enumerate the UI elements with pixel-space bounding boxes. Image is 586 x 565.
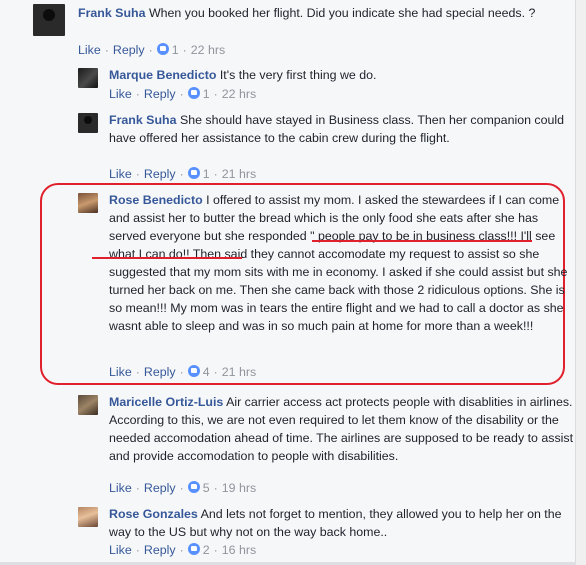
like-count[interactable]: 1 (203, 167, 210, 181)
comment-body: Rose Benedicto I offered to assist my mo… (109, 191, 572, 335)
timestamp[interactable]: 21 hrs (222, 365, 256, 379)
like-count[interactable]: 4 (203, 365, 210, 379)
avatar[interactable] (33, 4, 65, 36)
like-icon[interactable] (156, 43, 169, 55)
reply-link[interactable]: Reply (144, 481, 176, 495)
timestamp[interactable]: 21 hrs (222, 167, 256, 181)
like-icon[interactable] (187, 543, 200, 555)
like-link[interactable]: Like (109, 365, 132, 379)
avatar[interactable] (78, 68, 98, 88)
reply-link[interactable]: Reply (144, 543, 176, 557)
avatar[interactable] (78, 113, 98, 133)
timestamp[interactable]: 22 hrs (191, 43, 225, 57)
reply-link[interactable]: Reply (144, 87, 176, 101)
comment-text: When you booked her flight. Did you indi… (148, 6, 536, 20)
comment-actions: Like · Reply · 2 · 16 hrs (109, 543, 257, 557)
comment: Frank Suha When you booked her flight. D… (33, 4, 573, 60)
underline-mark (312, 240, 532, 242)
comment-actions: Like · Reply · 1 · 21 hrs (109, 167, 257, 181)
comment-body: Maricelle Ortiz-Luis Air carrier access … (109, 393, 578, 465)
reply-comment: Rose Benedicto I offered to assist my mo… (78, 191, 578, 381)
like-link[interactable]: Like (109, 167, 132, 181)
commenter-name[interactable]: Frank Suha (109, 113, 176, 127)
commenter-name[interactable]: Rose Gonzales (109, 507, 198, 521)
comment-actions: Like · Reply · 5 · 19 hrs (109, 481, 257, 495)
like-icon[interactable] (187, 481, 200, 493)
reply-link[interactable]: Reply (144, 365, 176, 379)
scrollbar[interactable] (575, 0, 586, 565)
like-link[interactable]: Like (109, 543, 132, 557)
avatar[interactable] (78, 193, 98, 213)
comment-body: Frank Suha When you booked her flight. D… (78, 4, 573, 22)
like-link[interactable]: Like (109, 481, 132, 495)
comment-body: Frank Suha She should have stayed in Bus… (109, 111, 578, 147)
timestamp[interactable]: 19 hrs (222, 481, 256, 495)
like-link[interactable]: Like (109, 87, 132, 101)
comment-body: Marque Benedicto It's the very first thi… (109, 66, 578, 84)
like-count[interactable]: 2 (203, 543, 210, 557)
reply-link[interactable]: Reply (113, 43, 145, 57)
underline-mark (92, 257, 242, 259)
like-count[interactable]: 1 (203, 87, 210, 101)
reply-link[interactable]: Reply (144, 167, 176, 181)
commenter-name[interactable]: Rose Benedicto (109, 193, 203, 207)
like-link[interactable]: Like (78, 43, 101, 57)
avatar[interactable] (78, 395, 98, 415)
comment-text: I offered to assist my mom. I asked the … (109, 193, 568, 333)
comment-text: She should have stayed in Business class… (109, 113, 565, 145)
reply-comment: Rose Gonzales And lets not forget to men… (78, 505, 578, 561)
comment-thread: Frank Suha When you booked her flight. D… (0, 0, 586, 565)
like-count[interactable]: 1 (172, 43, 179, 57)
like-icon[interactable] (187, 167, 200, 179)
like-count[interactable]: 5 (203, 481, 210, 495)
commenter-name[interactable]: Marque Benedicto (109, 68, 216, 82)
timestamp[interactable]: 22 hrs (222, 87, 256, 101)
like-icon[interactable] (187, 87, 200, 99)
reply-comment: Frank Suha She should have stayed in Bus… (78, 111, 578, 185)
timestamp[interactable]: 16 hrs (222, 543, 256, 557)
comment-actions: Like · Reply · 1 · 22 hrs (78, 43, 226, 57)
comment-actions: Like · Reply · 1 · 22 hrs (109, 87, 257, 101)
reply-comment: Marque Benedicto It's the very first thi… (78, 66, 578, 106)
reply-comment: Maricelle Ortiz-Luis Air carrier access … (78, 393, 578, 498)
comment-actions: Like · Reply · 4 · 21 hrs (109, 365, 257, 379)
commenter-name[interactable]: Frank Suha (78, 6, 145, 20)
like-icon[interactable] (187, 365, 200, 377)
comment-text: It's the very first thing we do. (219, 68, 377, 82)
comment-body: Rose Gonzales And lets not forget to men… (109, 505, 578, 541)
avatar[interactable] (78, 507, 98, 527)
commenter-name[interactable]: Maricelle Ortiz-Luis (109, 395, 223, 409)
